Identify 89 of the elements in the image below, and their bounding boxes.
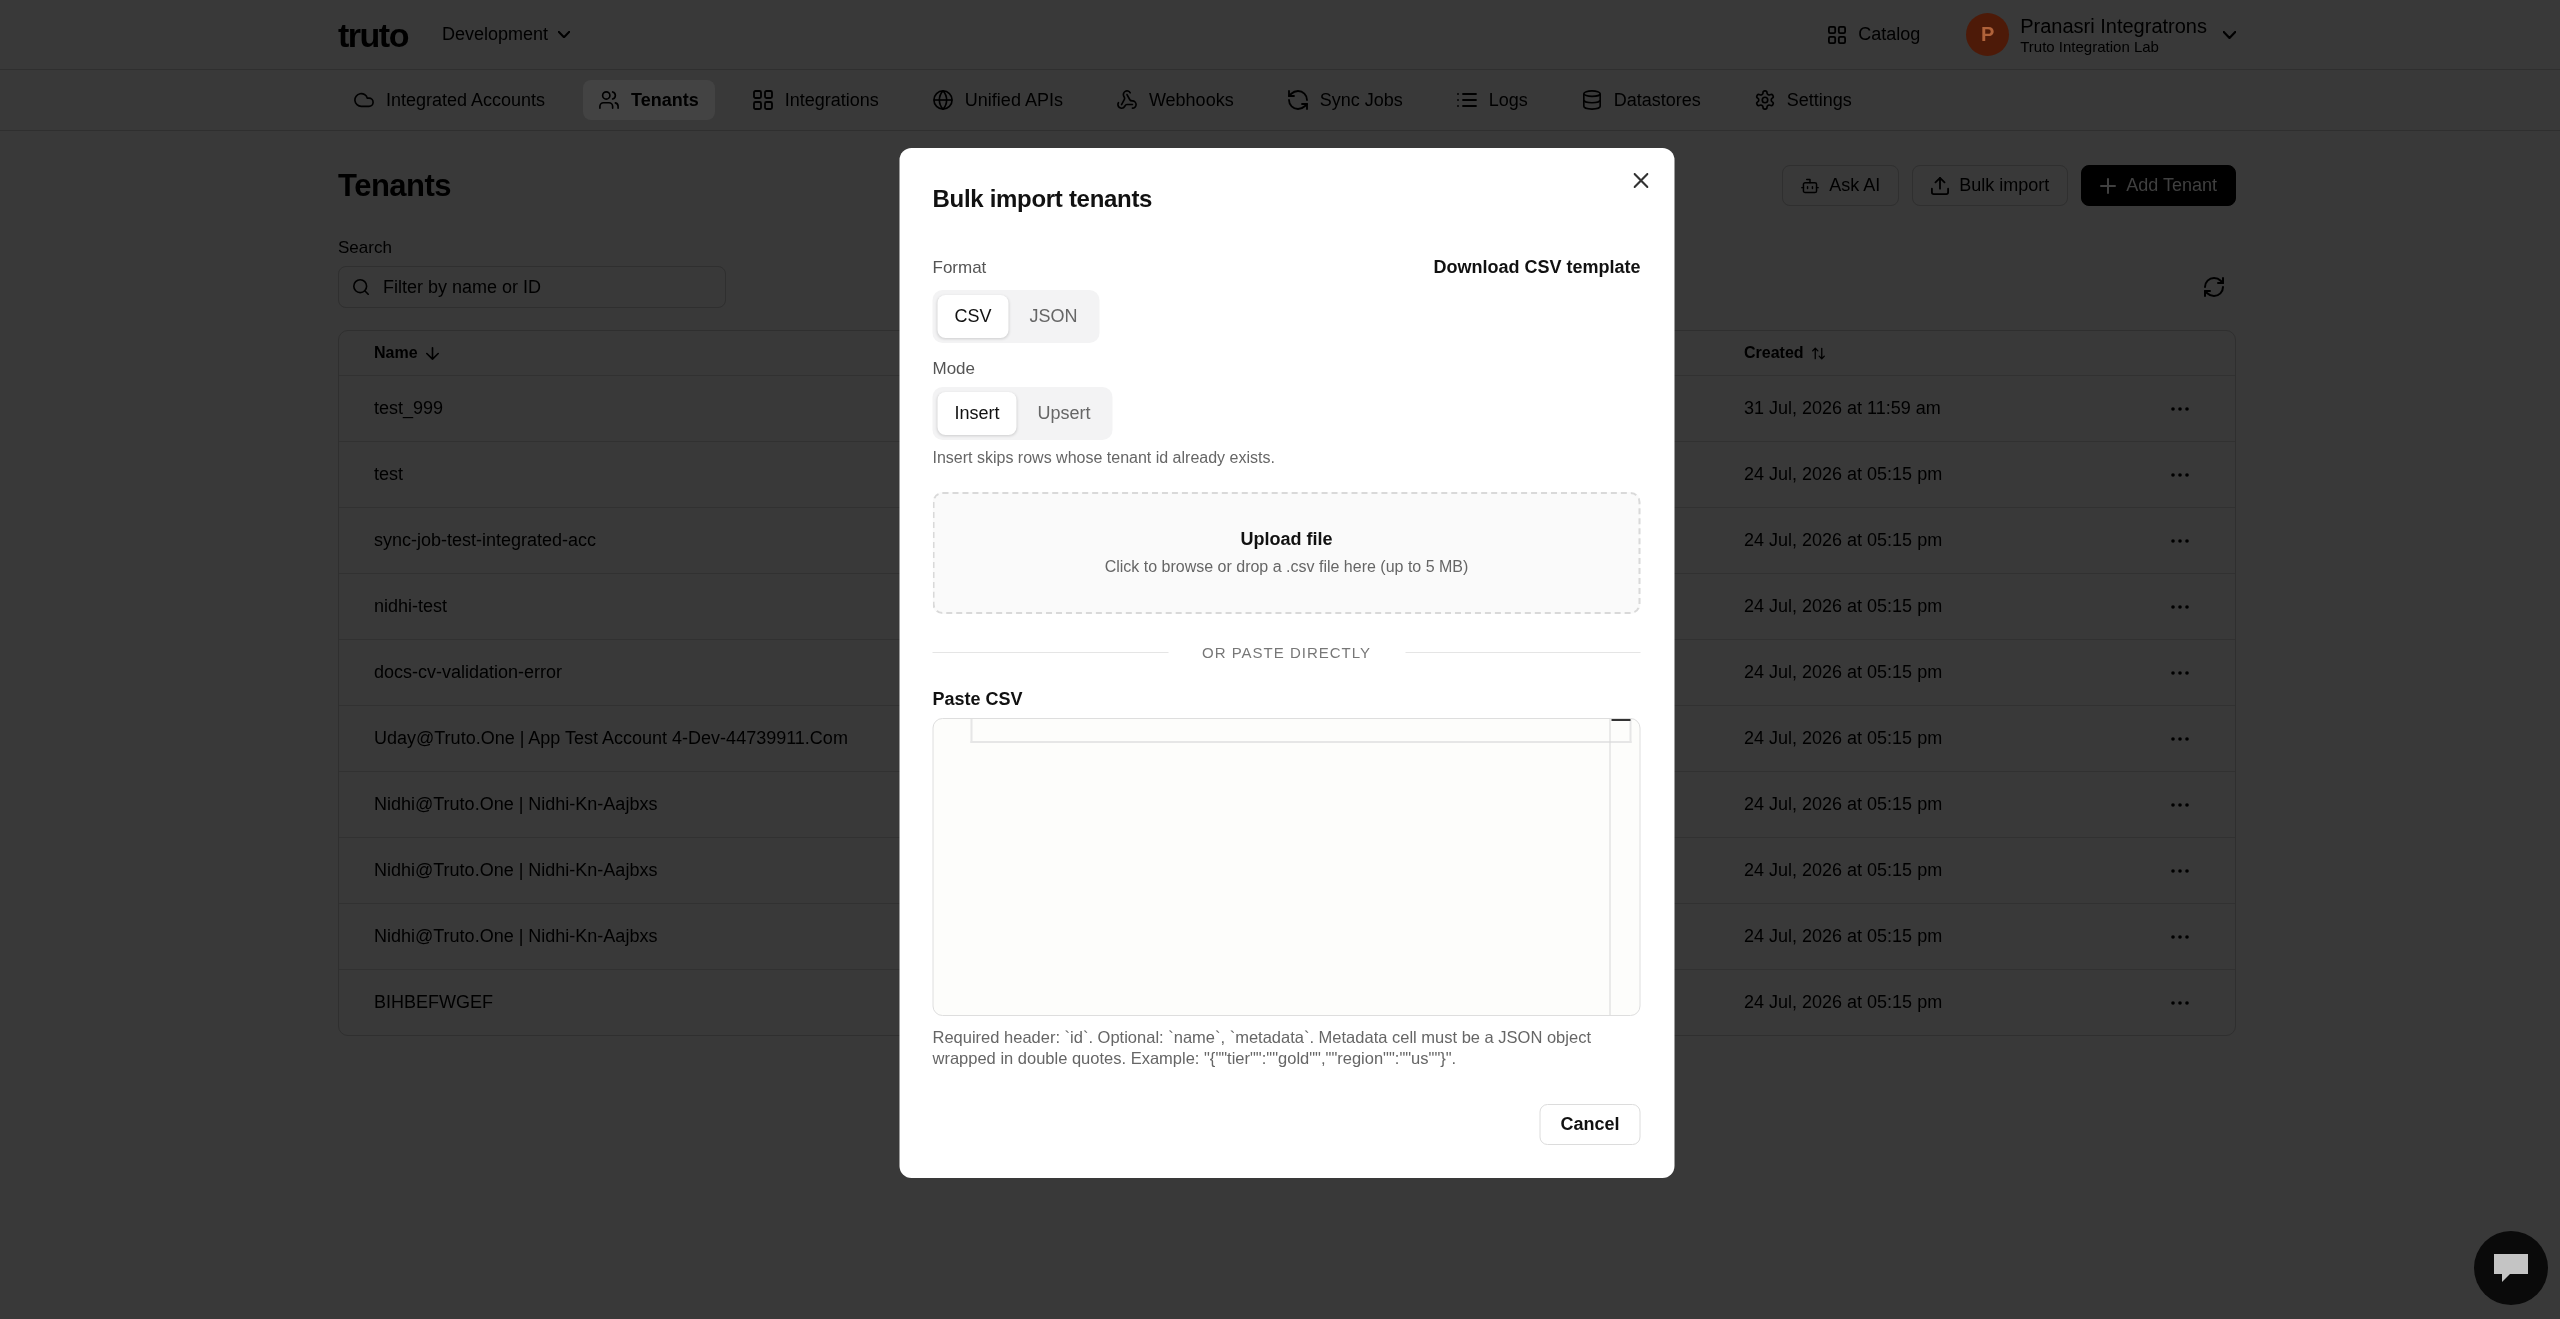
table-cell: 24 Jul, 2026 at 05:15 pm bbox=[1744, 860, 1943, 881]
field-label: Paste CSV bbox=[932, 688, 1023, 709]
search-icon bbox=[353, 279, 369, 295]
field-label: Mode bbox=[932, 358, 976, 379]
plus-icon bbox=[2100, 177, 2117, 194]
more-icon[interactable] bbox=[2171, 406, 2189, 411]
column-header[interactable]: Name bbox=[374, 340, 439, 366]
grid-icon bbox=[1828, 25, 1847, 44]
settings-icon bbox=[1754, 90, 1775, 110]
logo[interactable]: truto bbox=[338, 17, 408, 52]
webhook-icon bbox=[1116, 90, 1137, 110]
more-icon[interactable] bbox=[2171, 802, 2189, 807]
table-cell: Uday@Truto.One | App Test Account 4-Dev-44739911.Com bbox=[374, 728, 848, 749]
list-icon bbox=[1456, 90, 1477, 110]
table-cell: test bbox=[374, 464, 403, 485]
chevron-down-icon[interactable] bbox=[2223, 30, 2236, 39]
more-icon[interactable] bbox=[2171, 538, 2189, 543]
table-cell: 24 Jul, 2026 at 05:15 pm bbox=[1744, 926, 1943, 947]
table-cell: 31 Jul, 2026 at 11:59 am bbox=[1744, 398, 1941, 419]
action-button[interactable]: Ask AI bbox=[1782, 165, 1900, 206]
mode-hint: Insert skips rows whose tenant id already exists. bbox=[932, 448, 1275, 467]
avatar[interactable]: P bbox=[1966, 13, 2010, 56]
divider-label: OR PASTE DIRECTLY bbox=[1202, 644, 1371, 661]
mode-option[interactable]: Insert bbox=[937, 391, 1017, 435]
upload-title: Upload file bbox=[1240, 529, 1333, 550]
chevron-down-icon bbox=[558, 31, 570, 38]
table-cell: docs-cv-validation-error bbox=[374, 662, 563, 683]
sync-icon bbox=[1287, 90, 1308, 110]
refresh-icon[interactable] bbox=[2204, 277, 2224, 297]
action-button[interactable]: Add Tenant bbox=[2081, 165, 2236, 206]
table-cell: 24 Jul, 2026 at 05:15 pm bbox=[1744, 728, 1943, 749]
upload-dropzone[interactable]: Upload file Click to browse or drop a .csv file here (up to 5 MB) bbox=[932, 491, 1641, 614]
more-icon[interactable] bbox=[2171, 736, 2189, 741]
user-name: Pranasri Integratrons bbox=[2020, 13, 2207, 38]
catalog-button[interactable]: Catalog bbox=[1828, 20, 1921, 49]
users-icon bbox=[599, 90, 620, 110]
format-option[interactable]: JSON bbox=[1012, 294, 1095, 338]
table-cell: 24 Jul, 2026 at 05:15 pm bbox=[1744, 530, 1943, 551]
nav-tab[interactable]: Sync Jobs bbox=[1271, 80, 1419, 120]
more-icon[interactable] bbox=[2171, 604, 2189, 609]
upload-subtitle: Click to browse or drop a .csv file here (up to 5 MB) bbox=[1104, 558, 1469, 576]
format-option[interactable]: CSV bbox=[937, 294, 1009, 338]
column-header[interactable]: Created bbox=[1744, 340, 1825, 366]
table-cell: BIHBEFWGEF bbox=[374, 992, 493, 1013]
grid-icon bbox=[752, 90, 773, 110]
nav-tab[interactable]: Datastores bbox=[1565, 80, 1717, 120]
close-icon[interactable] bbox=[1633, 172, 1649, 188]
table-cell: Nidhi@Truto.One | Nidhi-Kn-Aajbxs bbox=[374, 860, 658, 881]
more-icon[interactable] bbox=[2171, 868, 2189, 873]
nav-tab[interactable]: Settings bbox=[1738, 80, 1868, 120]
organization-name: Truto Integration Lab bbox=[2020, 37, 2160, 56]
table-cell: sync-job-test-integrated-acc bbox=[374, 530, 597, 551]
nav-tab[interactable]: Integrated Accounts bbox=[338, 80, 562, 120]
mode-option[interactable]: Upsert bbox=[1020, 391, 1108, 435]
nav-tab[interactable]: Webhooks bbox=[1100, 80, 1250, 120]
search-field[interactable]: Filter by name or ID bbox=[338, 266, 726, 308]
more-icon[interactable] bbox=[2171, 472, 2189, 477]
table-cell: 24 Jul, 2026 at 05:15 pm bbox=[1744, 662, 1943, 683]
cloud-icon bbox=[354, 90, 374, 110]
bot-icon bbox=[1801, 176, 1820, 195]
download-template-link[interactable]: Download CSV template bbox=[1433, 257, 1641, 278]
page-title: Tenants bbox=[338, 167, 452, 204]
more-icon[interactable] bbox=[2171, 934, 2189, 939]
search-label: Search bbox=[338, 238, 393, 258]
table-cell: 24 Jul, 2026 at 05:15 pm bbox=[1744, 464, 1943, 485]
globe-icon bbox=[932, 90, 953, 110]
nav-tab[interactable]: Tenants bbox=[583, 80, 715, 120]
table-cell: nidhi-test bbox=[374, 596, 448, 617]
more-icon[interactable] bbox=[2171, 1000, 2189, 1005]
table-cell: 24 Jul, 2026 at 05:15 pm bbox=[1744, 596, 1943, 617]
nav-tab[interactable]: Integrations bbox=[736, 80, 895, 120]
chat-icon bbox=[2493, 1253, 2529, 1283]
more-icon[interactable] bbox=[2171, 670, 2189, 675]
environment-select[interactable]: Development bbox=[441, 20, 570, 49]
database-icon bbox=[1581, 90, 1602, 110]
help-text: Required header: `id`. Optional: `name`, `metadata`. Metadata cell must be a JSON object wrapped in double quotes. Example: "{""tier"":""gold"",""region"":""us""}". bbox=[932, 1026, 1592, 1069]
table-cell: 24 Jul, 2026 at 05:15 pm bbox=[1744, 992, 1943, 1013]
table-cell: Nidhi@Truto.One | Nidhi-Kn-Aajbxs bbox=[374, 794, 658, 815]
nav-tab[interactable]: Logs bbox=[1440, 80, 1544, 120]
table-cell: 24 Jul, 2026 at 05:15 pm bbox=[1744, 794, 1943, 815]
paste-csv-field[interactable] bbox=[932, 717, 1641, 1016]
table-cell: test_999 bbox=[374, 398, 444, 419]
field-label: Format bbox=[932, 257, 987, 278]
dialog-title: Bulk import tenants bbox=[932, 183, 1154, 214]
action-button[interactable]: Bulk import bbox=[1912, 165, 2069, 206]
nav-tab[interactable]: Unified APIs bbox=[916, 80, 1079, 120]
upload-icon bbox=[1931, 176, 1950, 195]
cancel-button[interactable]: Cancel bbox=[1539, 1103, 1641, 1145]
table-cell: Nidhi@Truto.One | Nidhi-Kn-Aajbxs bbox=[374, 926, 658, 947]
